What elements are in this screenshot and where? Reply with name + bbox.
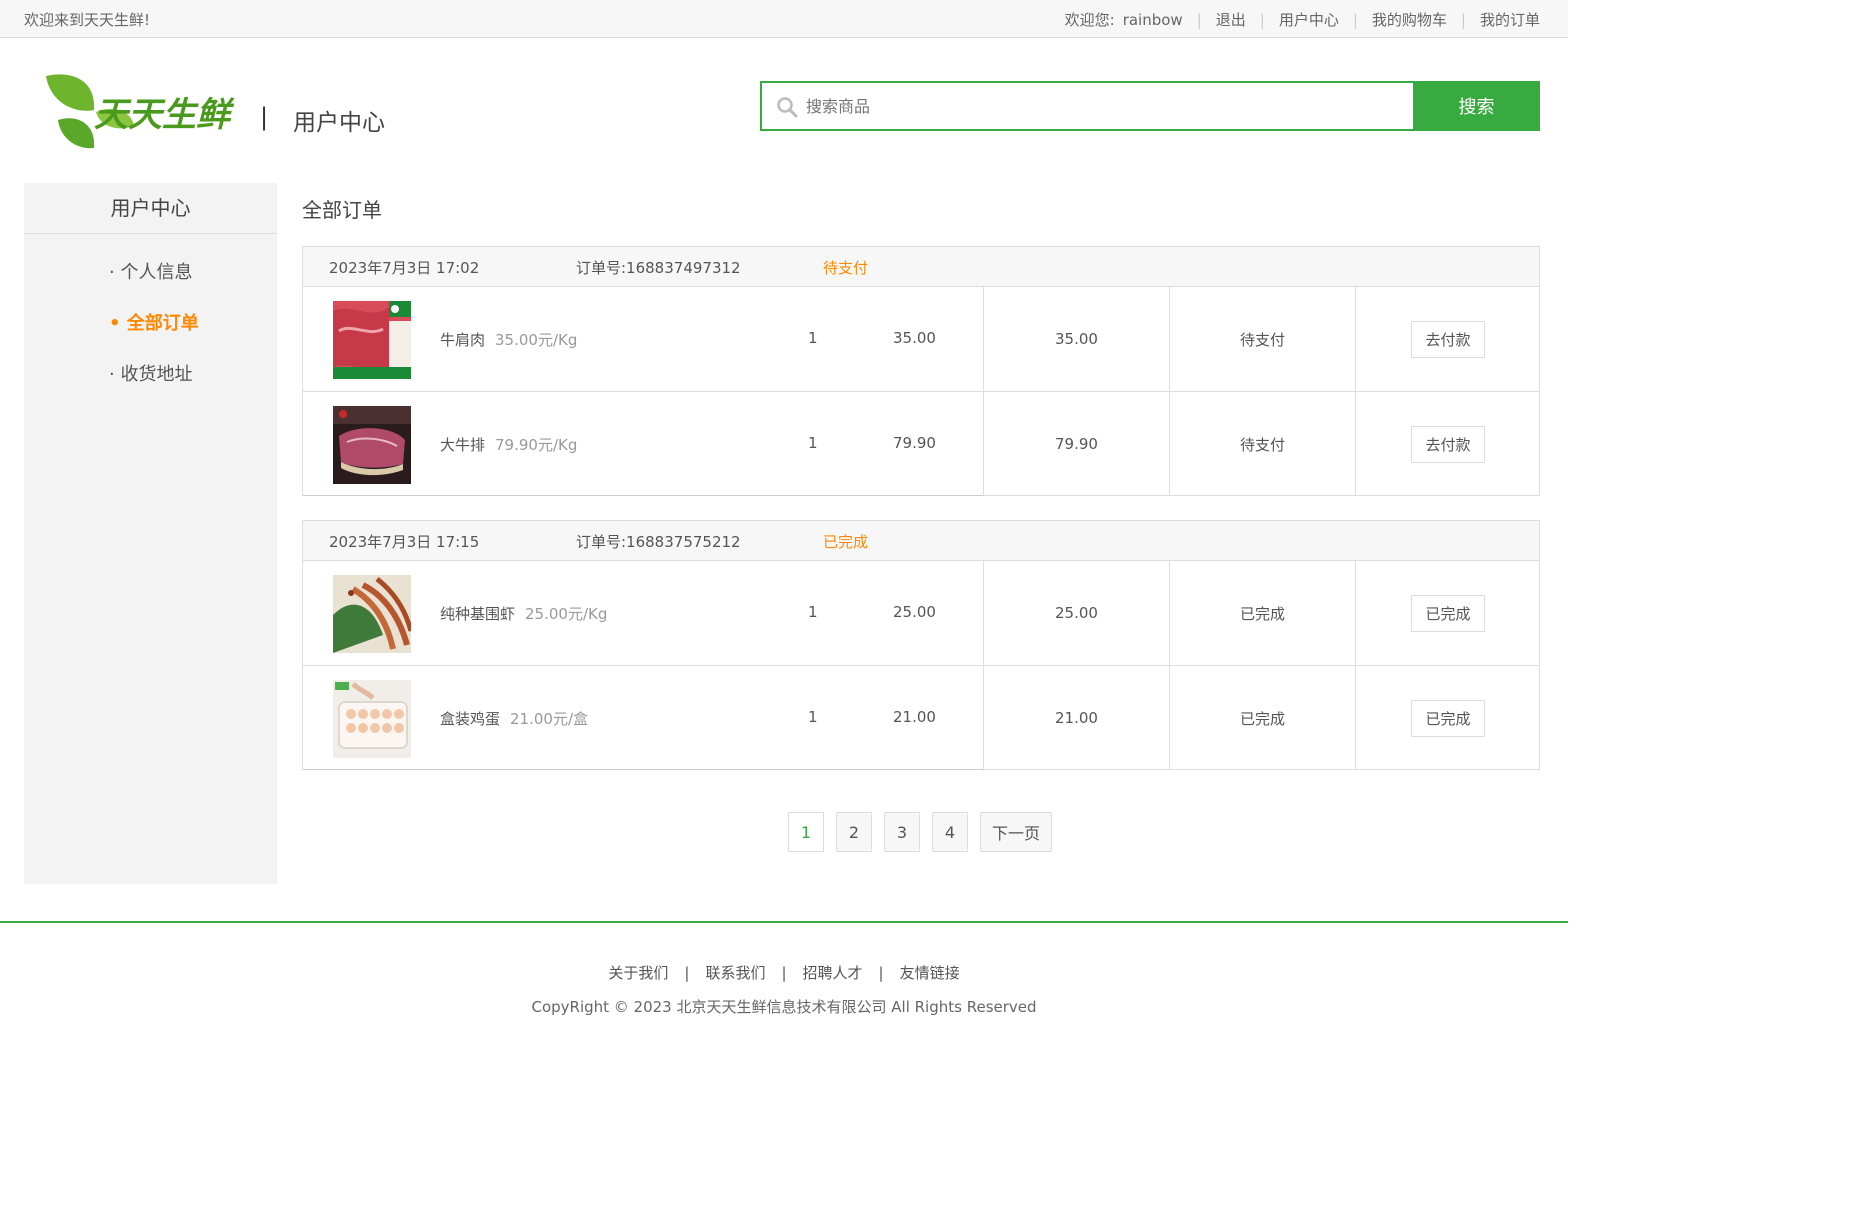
user-center-link[interactable]: 用户中心 — [1279, 9, 1339, 30]
sidebar-title: 用户中心 — [24, 183, 277, 234]
order-total: 35.00 — [983, 287, 1169, 391]
product-image[interactable] — [333, 301, 411, 379]
site-logo[interactable]: 天天生鲜 — [44, 70, 240, 152]
order-total: 25.00 — [983, 561, 1169, 665]
page-4-button[interactable]: 4 — [932, 812, 968, 852]
product-image[interactable] — [333, 406, 411, 484]
completed-button[interactable]: 已完成 — [1411, 699, 1485, 737]
order-header: 2023年7月3日 17:02 订单号:168837497312 待支付 — [303, 247, 1539, 287]
search-bar: 搜索 — [760, 81, 1540, 131]
page-1-button[interactable]: 1 — [788, 812, 824, 852]
order-header: 2023年7月3日 17:15 订单号:168837575212 已完成 — [303, 521, 1539, 561]
product-subtotal: 79.90 — [893, 434, 936, 452]
order-status: 已完成 — [823, 533, 869, 551]
header-divider: | — [260, 103, 269, 131]
sidebar-item-orders[interactable]: • 全部订单 — [24, 309, 277, 360]
sidebar-item-profile[interactable]: · 个人信息 — [24, 258, 277, 309]
pay-button[interactable]: 去付款 — [1411, 320, 1485, 358]
order-item-row: 大牛排 79.90元/Kg 1 79.90 79.90 待支付 去付款 — [303, 391, 1540, 496]
product-name[interactable]: 牛肩肉 35.00元/Kg — [440, 329, 577, 350]
product-image[interactable] — [333, 575, 411, 653]
search-box — [760, 81, 1413, 131]
order-row-status: 待支付 — [1169, 392, 1355, 496]
order-date: 2023年7月3日 17:15 — [329, 533, 480, 551]
sidebar: 用户中心 · 个人信息 • 全部订单 · 收货地址 — [24, 183, 277, 884]
logout-link[interactable]: 退出 — [1216, 9, 1246, 30]
action-cell: 去付款 — [1355, 392, 1540, 496]
order-row-status: 待支付 — [1169, 287, 1355, 391]
order-item-row: 纯种基围虾 25.00元/Kg 1 25.00 25.00 已完成 已完成 — [303, 561, 1539, 665]
search-input[interactable] — [806, 91, 1386, 121]
username: rainbow — [1122, 10, 1183, 29]
product-qty: 1 — [808, 708, 818, 726]
order-date: 2023年7月3日 17:02 — [329, 259, 480, 277]
product-price: 35.00元/Kg — [495, 331, 578, 349]
next-page-button[interactable]: 下一页 — [980, 812, 1052, 852]
sidebar-item-address[interactable]: · 收货地址 — [24, 360, 277, 411]
footer-links: 关于我们 | 联系我们 | 招聘人才 | 友情链接 — [608, 964, 960, 982]
about-link[interactable]: 关于我们 — [608, 964, 668, 982]
goods-info: 大牛排 79.90元/Kg 1 79.90 — [303, 392, 983, 496]
contact-link[interactable]: 联系我们 — [705, 964, 765, 982]
order-card: 2023年7月3日 17:15 订单号:168837575212 已完成 纯种基… — [302, 520, 1540, 770]
product-subtotal: 21.00 — [893, 708, 936, 726]
product-price: 79.90元/Kg — [495, 436, 578, 454]
goods-info: 盒装鸡蛋 21.00元/盒 1 21.00 — [303, 666, 983, 770]
order-number: 订单号:168837497312 — [576, 259, 741, 277]
order-total: 21.00 — [983, 666, 1169, 770]
logo-text: 天天生鲜 — [94, 95, 235, 135]
order-row-status: 已完成 — [1169, 666, 1355, 770]
search-icon — [777, 97, 798, 118]
order-number: 订单号:168837575212 — [576, 533, 741, 551]
jobs-link[interactable]: 招聘人才 — [803, 964, 863, 982]
order-status: 待支付 — [823, 259, 869, 277]
top-bar: 欢迎来到天天生鲜! 欢迎您: rainbow | 退出 | 用户中心 | 我的购… — [0, 0, 1568, 38]
product-qty: 1 — [808, 329, 818, 347]
product-subtotal: 35.00 — [893, 329, 936, 347]
cart-link[interactable]: 我的购物车 — [1372, 9, 1447, 30]
order-card: 2023年7月3日 17:02 订单号:168837497312 待支付 牛肩肉… — [302, 246, 1540, 496]
order-total: 79.90 — [983, 392, 1169, 496]
product-image[interactable] — [333, 680, 411, 758]
action-cell: 去付款 — [1355, 287, 1540, 391]
product-name[interactable]: 盒装鸡蛋 21.00元/盒 — [440, 708, 588, 729]
product-name[interactable]: 纯种基围虾 25.00元/Kg — [440, 603, 607, 624]
goods-info: 牛肩肉 35.00元/Kg 1 35.00 — [303, 287, 983, 391]
action-cell: 已完成 — [1355, 666, 1540, 770]
goods-info: 纯种基围虾 25.00元/Kg 1 25.00 — [303, 561, 983, 665]
product-qty: 1 — [808, 603, 818, 621]
page-3-button[interactable]: 3 — [884, 812, 920, 852]
product-name[interactable]: 大牛排 79.90元/Kg — [440, 434, 577, 455]
order-item-row: 盒装鸡蛋 21.00元/盒 1 21.00 21.00 已完成 已完成 — [303, 665, 1540, 770]
footer-divider — [0, 921, 1568, 923]
product-subtotal: 25.00 — [893, 603, 936, 621]
orders-link[interactable]: 我的订单 — [1480, 9, 1540, 30]
friend-links-link[interactable]: 友情链接 — [900, 964, 960, 982]
page-subtitle: 用户中心 — [293, 110, 385, 136]
order-item-row: 牛肩肉 35.00元/Kg 1 35.00 35.00 待支付 去付款 — [303, 287, 1539, 391]
page-title: 全部订单 — [302, 198, 382, 222]
product-price: 21.00元/盒 — [510, 710, 589, 728]
completed-button[interactable]: 已完成 — [1411, 594, 1485, 632]
order-row-status: 已完成 — [1169, 561, 1355, 665]
greeting-label: 欢迎您: — [1064, 11, 1115, 29]
copyright: CopyRight © 2023 北京天天生鲜信息技术有限公司 All Righ… — [531, 998, 1037, 1016]
pagination: 1 2 3 4 下一页 — [788, 812, 1064, 852]
page-2-button[interactable]: 2 — [836, 812, 872, 852]
welcome-text: 欢迎来到天天生鲜! — [24, 11, 151, 29]
product-qty: 1 — [808, 434, 818, 452]
pay-button[interactable]: 去付款 — [1411, 425, 1485, 463]
product-price: 25.00元/Kg — [525, 605, 608, 623]
search-button[interactable]: 搜索 — [1413, 81, 1540, 131]
user-nav: 欢迎您: rainbow | 退出 | 用户中心 | 我的购物车 | 我的订单 — [1064, 9, 1540, 30]
action-cell: 已完成 — [1355, 561, 1540, 665]
